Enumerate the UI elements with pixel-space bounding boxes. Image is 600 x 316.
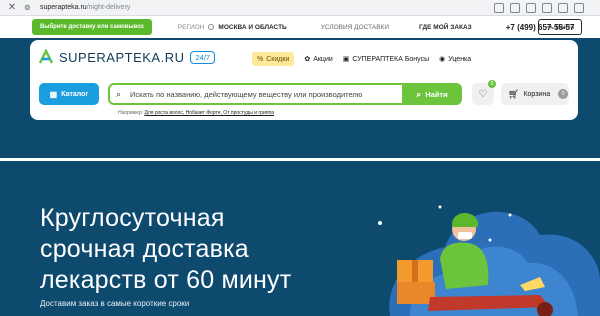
delivery-conditions-link[interactable]: УСЛОВИЯ ДОСТАВКИ bbox=[321, 24, 389, 31]
logo-text: SUPERAPTEKA.RU bbox=[59, 49, 185, 65]
catalog-label: Каталог bbox=[61, 90, 89, 98]
delivery-choice-button[interactable]: Выбрите доставку или самовывоз bbox=[32, 19, 152, 35]
star-icon[interactable] bbox=[542, 3, 552, 13]
courier-mask bbox=[458, 232, 472, 239]
region-selector[interactable]: МОСКВА И ОБЛАСТЬ bbox=[218, 24, 286, 31]
cart-count: 0 bbox=[558, 89, 569, 99]
lock-icon[interactable]: ⊚ bbox=[24, 3, 34, 13]
cart-icon: 🛒︎ bbox=[508, 88, 520, 99]
login-icon: ⇥ bbox=[545, 24, 552, 31]
top-utility-strip: Выбрите доставку или самовывоз РЕГИОН МО… bbox=[0, 16, 600, 38]
hero-title-line: срочная доставка bbox=[40, 235, 249, 263]
search-placeholder: Искать по названию, действующему веществ… bbox=[130, 89, 363, 99]
star-dot bbox=[508, 213, 512, 217]
puzzle-icon[interactable] bbox=[558, 3, 568, 13]
region-label: РЕГИОН bbox=[177, 23, 205, 31]
cart-button[interactable]: 🛒︎ Корзина 0 bbox=[501, 83, 569, 105]
nav-label: Акции bbox=[313, 55, 333, 63]
extension-icon[interactable] bbox=[494, 3, 504, 13]
hero-title: Круглосуточная срочная доставка лекарств… bbox=[40, 203, 360, 296]
logo-icon bbox=[38, 48, 54, 65]
profile-icon[interactable] bbox=[574, 3, 584, 13]
hero-subtitle: Доставим заказ в самые короткие сроки bbox=[40, 299, 190, 308]
card-icon: ▣ bbox=[342, 56, 350, 63]
search-button[interactable]: ⌕ Найти bbox=[402, 83, 462, 105]
favorites-button[interactable]: ♡ 0 bbox=[472, 80, 496, 105]
header-card: SUPERAPTEKA.RU 24/7 % Скидки ✿ Акции ▣ С… bbox=[30, 40, 578, 120]
cart-label: Корзина bbox=[523, 90, 551, 98]
gift-icon: ✿ bbox=[304, 56, 311, 63]
search-icon: ⌕ bbox=[416, 88, 422, 99]
logo[interactable]: SUPERAPTEKA.RU 24/7 bbox=[38, 48, 216, 65]
nav-label: Уценка bbox=[448, 55, 472, 63]
login-button[interactable]: ⇥ Войти bbox=[537, 19, 582, 35]
url-field[interactable]: superapteka.ru/night-delivery bbox=[40, 4, 130, 11]
star-dot bbox=[488, 238, 492, 242]
percent-icon: % bbox=[257, 55, 264, 63]
grid-icon: ▦ bbox=[49, 89, 58, 99]
nav-promotions[interactable]: ✿ Акции bbox=[304, 52, 332, 66]
search-icon: ⌕ bbox=[116, 89, 122, 99]
search-examples: Например: Для роста волос, Нобазит Форте… bbox=[118, 110, 274, 116]
nav-markdown[interactable]: ◉ Уценка bbox=[439, 52, 471, 66]
share-icon[interactable] bbox=[510, 3, 520, 13]
search-button-label: Найти bbox=[425, 89, 448, 99]
hero-title-line: Круглосуточная bbox=[40, 204, 225, 232]
logo-badge: 24/7 bbox=[190, 50, 216, 64]
nav-bonuses[interactable]: ▣ СУПЕРАПТЕКА Бонусы bbox=[343, 52, 429, 66]
login-label: Войти bbox=[555, 23, 574, 31]
location-pin-icon bbox=[208, 24, 215, 30]
favorites-count: 0 bbox=[488, 80, 496, 88]
catalog-button[interactable]: ▦ Каталог bbox=[39, 83, 99, 105]
nav-discounts[interactable]: % Скидки bbox=[252, 52, 295, 66]
star-dot bbox=[378, 221, 382, 225]
parcel-box bbox=[412, 260, 418, 282]
hero-title-line: лекарств от 60 минут bbox=[40, 266, 292, 294]
courier-illustration bbox=[378, 205, 600, 316]
heart-icon: ♡ bbox=[478, 88, 488, 100]
camera-icon[interactable] bbox=[526, 3, 536, 13]
nav-label: Скидки bbox=[266, 55, 290, 63]
search-input[interactable]: ⌕ Искать по названию, действующему вещес… bbox=[108, 83, 462, 105]
where-is-my-order-link[interactable]: ГДЕ МОЙ ЗАКАЗ bbox=[419, 24, 472, 31]
nav-label: СУПЕРАПТЕКА Бонусы bbox=[352, 55, 430, 63]
example-links[interactable]: Для роста волос, Нобазит Форте, От прост… bbox=[144, 110, 274, 116]
example-prefix: Например: bbox=[118, 110, 144, 116]
moon-shape bbox=[538, 207, 556, 228]
close-icon[interactable]: ✕ bbox=[6, 2, 18, 14]
divider bbox=[0, 158, 600, 161]
parcel-box bbox=[397, 282, 435, 304]
tag-icon: ◉ bbox=[439, 56, 446, 63]
browser-address-bar: ✕ ⊚ superapteka.ru/night-delivery bbox=[0, 0, 600, 16]
courier-cap bbox=[451, 212, 478, 227]
star-dot bbox=[438, 205, 442, 209]
header-nav: % Скидки ✿ Акции ▣ СУПЕРАПТЕКА Бонусы ◉ … bbox=[252, 52, 471, 66]
